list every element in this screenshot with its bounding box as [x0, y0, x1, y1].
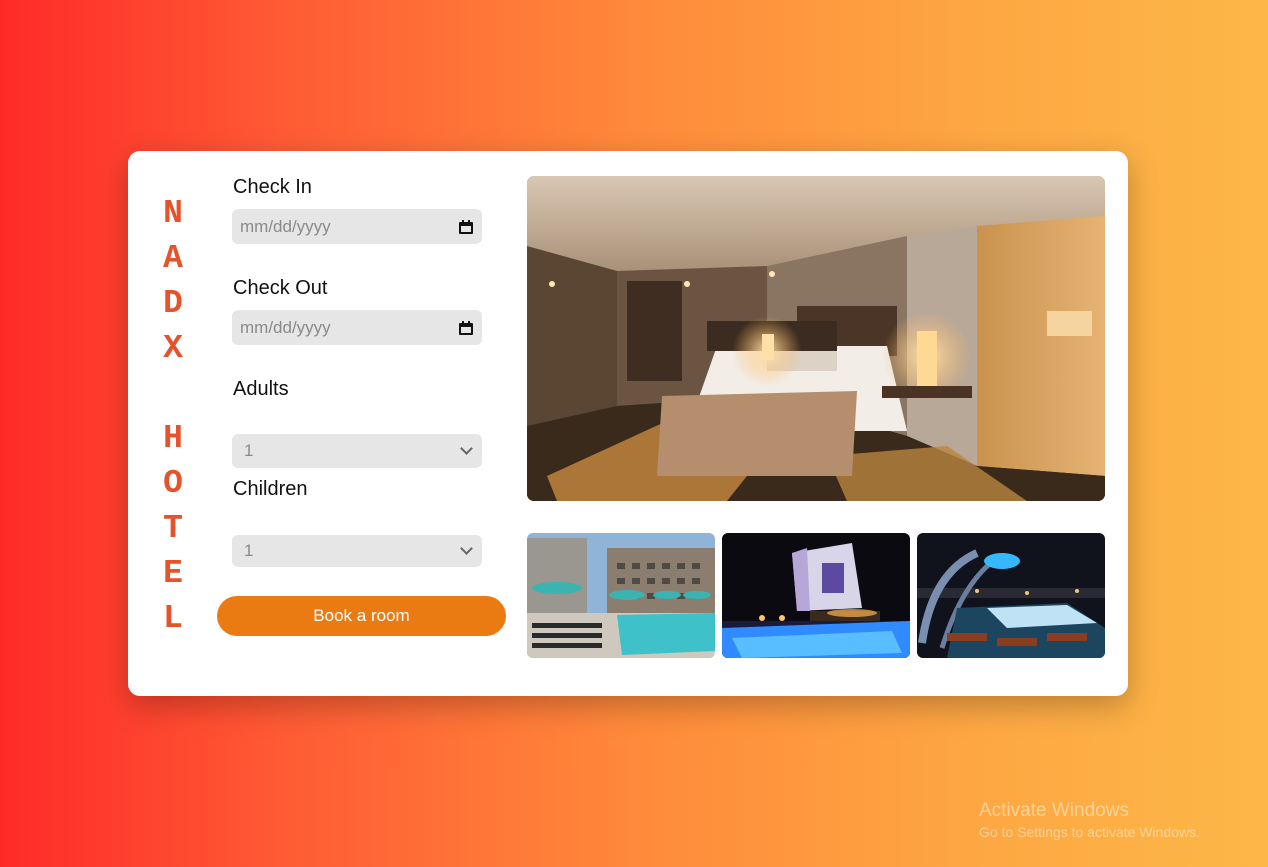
book-room-button[interactable]: Book a room [217, 596, 506, 636]
calendar-icon[interactable] [459, 219, 473, 234]
brand-letter: T [163, 510, 183, 547]
windows-watermark: Activate Windows Go to Settings to activ… [979, 800, 1200, 840]
brand-letter: A [163, 240, 183, 277]
children-select[interactable]: 1 [232, 535, 482, 567]
check-in-date-input[interactable]: mm/dd/yyyy [232, 209, 482, 244]
adults-label: Adults [233, 378, 289, 400]
children-label: Children [233, 478, 308, 500]
gallery-thumb-pool[interactable] [527, 533, 715, 658]
check-out-date-input[interactable]: mm/dd/yyyy [232, 310, 482, 345]
brand-letter: E [163, 555, 183, 592]
chevron-down-icon [460, 442, 473, 455]
brand-letter: L [163, 600, 183, 637]
brand-letter: X [163, 330, 183, 367]
check-in-label: Check In [233, 176, 312, 198]
hotel-logo-vertical: N A D X H O T E L [150, 191, 196, 641]
brand-letter: O [163, 465, 183, 502]
watermark-subtitle: Go to Settings to activate Windows. [979, 824, 1200, 840]
chevron-down-icon [460, 542, 473, 555]
hero-bedroom-image [527, 176, 1105, 501]
check-out-label: Check Out [233, 277, 328, 299]
check-in-placeholder: mm/dd/yyyy [240, 216, 331, 236]
gallery-thumb-exterior[interactable] [722, 533, 910, 658]
children-value: 1 [244, 541, 254, 560]
brand-gap [150, 371, 196, 416]
watermark-title: Activate Windows [979, 800, 1129, 821]
adults-select[interactable]: 1 [232, 434, 482, 468]
brand-letter: N [163, 195, 183, 232]
booking-card: N A D X H O T E L Check In mm/dd/yyyy Ch… [128, 151, 1128, 696]
gallery-thumb-lounge[interactable] [917, 533, 1105, 658]
calendar-icon[interactable] [459, 320, 473, 335]
brand-letter: D [163, 285, 183, 322]
adults-value: 1 [244, 441, 254, 460]
brand-letter: H [163, 420, 183, 457]
check-out-placeholder: mm/dd/yyyy [240, 317, 331, 337]
